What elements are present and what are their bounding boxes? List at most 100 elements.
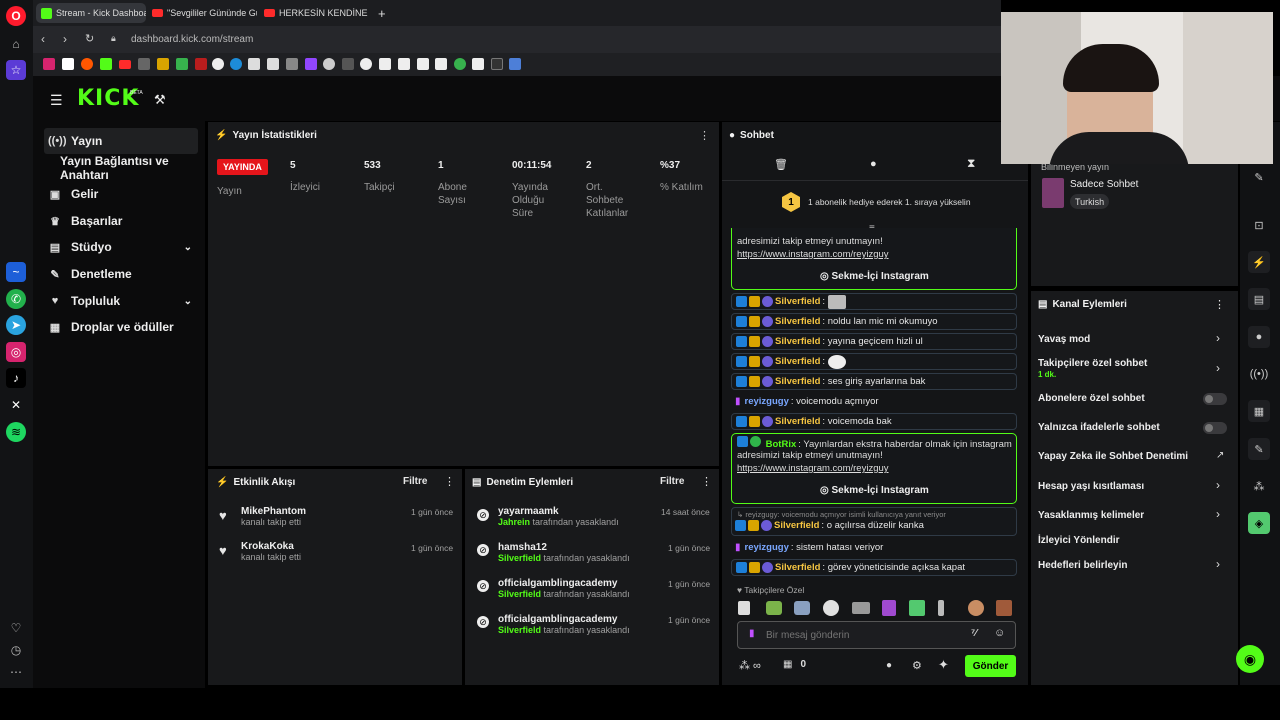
external-link-icon[interactable]: ↗ — [1216, 450, 1224, 461]
wrench-icon[interactable]: ✎ — [1248, 438, 1270, 460]
bookmark-instagram-icon[interactable] — [43, 58, 55, 70]
action-account-age[interactable]: Hesap yaşı kısıtlaması — [1038, 481, 1144, 492]
back-icon[interactable]: ‹ — [41, 32, 45, 46]
nav-item-stream-key[interactable]: Yayın Bağlantısı ve Anahtarı — [56, 154, 204, 182]
emote-2-icon[interactable] — [766, 601, 782, 615]
nav-item-basarilar[interactable]: ♛ Başarılar — [44, 208, 198, 234]
bookmark-17-icon[interactable] — [491, 58, 503, 70]
chat-username[interactable]: Silverfield — [775, 416, 820, 427]
chat-username[interactable]: Silverfield — [775, 316, 820, 327]
mod-list-icon[interactable]: ▦ — [1248, 400, 1270, 422]
translate-icon[interactable]: ⁷⁄ — [971, 628, 977, 639]
emote-10-icon[interactable] — [996, 600, 1012, 616]
tiktok-icon[interactable]: ♪ — [6, 368, 26, 388]
chat-username[interactable]: Silverfield — [775, 356, 820, 367]
chevron-right-icon[interactable]: › — [1216, 507, 1220, 521]
telegram-icon[interactable]: ➤ — [6, 315, 26, 335]
tab-youtube-1[interactable]: "Sevgililer Gününde Güld — [147, 3, 257, 23]
action-slow-mode[interactable]: Yavaş mod — [1038, 334, 1090, 345]
capture-icon[interactable]: ⊡ — [1248, 214, 1270, 236]
more-options-icon[interactable]: ⋮ — [701, 475, 712, 488]
more-icon[interactable]: ⋯ — [6, 662, 26, 682]
history-icon[interactable]: ◷ — [6, 640, 26, 660]
bookmark-7-icon[interactable] — [267, 58, 279, 70]
chevron-right-icon[interactable]: › — [1216, 478, 1220, 492]
gear-icon[interactable]: ⚙ — [912, 659, 922, 672]
chevron-right-icon[interactable]: › — [1216, 361, 1220, 375]
hammer-icon[interactable]: ⚒ — [154, 92, 166, 108]
emoji-icon[interactable]: ☺ — [994, 627, 1005, 639]
chat-message[interactable]: Silverfield: ses giriş ayarlarına bak — [731, 373, 1017, 390]
bookmark-x-icon[interactable] — [62, 58, 74, 70]
bot-message-link[interactable]: https://www.instagram.com/reyizguy — [737, 249, 889, 260]
nav-item-studyo[interactable]: ▤ Stüdyo ⌄ — [44, 234, 198, 260]
bookmark-kick-icon[interactable] — [100, 58, 112, 70]
action-banned-words[interactable]: Yasaklanmış kelimeler — [1038, 510, 1144, 521]
nav-item-droplar[interactable]: ▦ Droplar ve ödüller — [44, 314, 198, 340]
opera-logo-icon[interactable]: O — [6, 6, 26, 26]
chat-message[interactable]: Silverfield: noldu lan mic mi okumuyo — [731, 313, 1017, 330]
points-display[interactable]: ⁂ ∞ — [739, 659, 761, 673]
bookmark-6-icon[interactable] — [248, 58, 260, 70]
x-icon[interactable]: ✕ — [6, 395, 26, 415]
emote-3-icon[interactable] — [794, 601, 810, 615]
bookmark-settings-icon[interactable] — [323, 58, 335, 70]
forward-icon[interactable]: › — [63, 32, 67, 46]
chat-message[interactable]: Silverfield: — [731, 353, 1017, 370]
broadcast-icon[interactable]: ((•)) — [1248, 363, 1270, 385]
category-thumbnail[interactable] — [1042, 178, 1064, 208]
emote-9-icon[interactable] — [968, 600, 984, 616]
chat-message[interactable]: ▮ reyizgugy: voicemodu açmıyor — [731, 393, 1017, 410]
trash-icon[interactable]: 🗑︎ — [774, 158, 788, 171]
bookmark-15-icon[interactable] — [454, 58, 466, 70]
chat-message-input[interactable] — [766, 627, 956, 643]
emote-4-icon[interactable] — [823, 600, 839, 616]
chevron-right-icon[interactable]: › — [1216, 557, 1220, 571]
bookmark-5-icon[interactable] — [230, 58, 242, 70]
spotify-icon[interactable]: ≋ — [6, 422, 26, 442]
bookmark-reddit-icon[interactable] — [81, 58, 93, 70]
chat-username[interactable]: reyizgugy — [745, 542, 789, 553]
bookmark-1-icon[interactable] — [138, 58, 150, 70]
bookmark-18-icon[interactable] — [509, 58, 521, 70]
chat-message[interactable]: Silverfield: görev yöneticisinde açıksa … — [731, 559, 1017, 576]
chat-username[interactable]: BotRix — [766, 439, 797, 450]
emote-7-icon[interactable] — [909, 600, 925, 616]
insta-tab-button[interactable]: ◎ Sekme-İçi Instagram — [820, 485, 929, 496]
bookmark-16-icon[interactable] — [472, 58, 484, 70]
insta-tab-button[interactable]: ◎ Sekme-İçi Instagram — [820, 271, 929, 282]
chat-username[interactable]: Silverfield — [775, 376, 820, 387]
tab-kick-dashboard[interactable]: Stream - Kick Dashboard — [36, 3, 146, 23]
bookmark-youtube-icon[interactable] — [119, 60, 131, 69]
chevron-right-icon[interactable]: › — [1216, 331, 1220, 345]
bookmark-14-icon[interactable] — [435, 58, 447, 70]
instagram-icon[interactable]: ◎ — [6, 342, 26, 362]
send-button[interactable]: Gönder — [965, 655, 1016, 677]
star-icon[interactable]: ☆ — [6, 60, 26, 80]
menu-icon[interactable]: ☰ — [50, 92, 63, 109]
whatsapp-icon[interactable]: ✆ — [6, 289, 26, 309]
action-ai-moderation[interactable]: Yapay Zeka ile Sohbet Denetimi — [1038, 451, 1188, 462]
nav-item-yayin[interactable]: ((•)) Yayın — [44, 128, 198, 154]
url-field[interactable]: dashboard.kick.com/stream — [131, 34, 253, 45]
action-goals[interactable]: Hedefleri belirleyin — [1038, 560, 1127, 571]
subscribers-only-toggle[interactable] — [1203, 393, 1227, 405]
chat-icon[interactable]: ● — [870, 158, 877, 170]
nav-item-denetleme[interactable]: ✎ Denetleme — [44, 261, 198, 287]
chat-username[interactable]: reyizgugy — [745, 396, 789, 407]
more-options-icon[interactable]: ⋮ — [444, 475, 455, 488]
bookmark-11-icon[interactable] — [379, 58, 391, 70]
bookmark-3-icon[interactable] — [176, 58, 188, 70]
chat-username[interactable]: Silverfield — [775, 562, 820, 573]
new-tab-button[interactable]: + — [373, 3, 391, 23]
emote-5-icon[interactable] — [852, 602, 870, 614]
bookmark-9-icon[interactable] — [342, 58, 354, 70]
stream-category[interactable]: Sadece Sohbet — [1070, 179, 1138, 190]
extension-icon[interactable]: ◈ — [1248, 512, 1270, 534]
bookmark-10-icon[interactable] — [360, 58, 372, 70]
people-icon[interactable]: ⁂ — [1248, 475, 1270, 497]
store-display[interactable]: ▦ 0 — [783, 659, 806, 670]
action-raid[interactable]: İzleyici Yönlendir — [1038, 535, 1120, 546]
chat-username[interactable]: Silverfield — [775, 296, 820, 307]
emote-1-icon[interactable] — [738, 601, 750, 615]
